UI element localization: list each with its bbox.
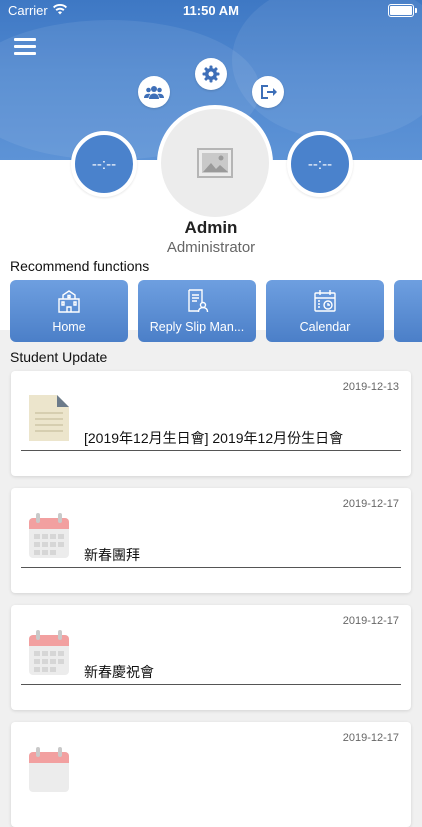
recommend-functions-title: Recommend functions [10, 258, 150, 274]
func-more-button[interactable] [394, 280, 422, 342]
left-stat-circle: --:-- [71, 131, 137, 197]
func-calendar-button[interactable]: Calendar [266, 280, 384, 342]
update-date: 2019-12-13 [342, 381, 399, 393]
school-building-icon [58, 290, 80, 313]
calendar-icon [29, 630, 69, 675]
avatar[interactable] [157, 105, 273, 221]
func-label: Calendar [299, 320, 351, 334]
student-update-title: Student Update [10, 349, 108, 365]
update-date: 2019-12-17 [342, 615, 399, 627]
reply-slip-icon [188, 289, 209, 313]
logout-icon[interactable] [252, 76, 284, 108]
image-placeholder-icon [197, 148, 233, 178]
document-icon [29, 395, 69, 441]
users-icon[interactable] [138, 76, 170, 108]
divider [21, 684, 401, 685]
update-card[interactable]: 2019-12-17 新春慶祝會 [11, 605, 411, 710]
update-card[interactable]: 2019-12-17 [11, 722, 411, 827]
func-home-button[interactable]: Home [10, 280, 128, 342]
calendar-icon [29, 513, 69, 558]
divider [21, 450, 401, 451]
func-label: Reply Slip Man... [149, 320, 245, 334]
user-role: Administrator [166, 239, 256, 256]
func-label: Home [52, 320, 86, 334]
update-card[interactable]: 2019-12-13 [2019年12月生日會] 2019年12月份生日會 [11, 371, 411, 476]
clock: 11:50 AM [183, 3, 239, 18]
user-name: Admin [184, 218, 238, 237]
update-date: 2019-12-17 [342, 498, 399, 510]
gear-icon[interactable] [195, 58, 227, 90]
update-title: 新春慶祝會 [84, 664, 154, 680]
calendar-icon [29, 747, 69, 792]
status-bar: Carrier 11:50 AM [0, 0, 422, 22]
menu-icon[interactable] [14, 38, 36, 56]
update-title: 新春團拜 [84, 547, 140, 563]
update-date: 2019-12-17 [342, 732, 399, 744]
right-stat-circle: --:-- [287, 131, 353, 197]
update-title: [2019年12月生日會] 2019年12月份生日會 [84, 430, 344, 446]
divider [21, 567, 401, 568]
func-reply-slip-button[interactable]: Reply Slip Man... [138, 280, 256, 342]
right-stat-value: --:-- [307, 155, 333, 173]
battery-icon [388, 4, 417, 17]
update-card[interactable]: 2019-12-17 新春團拜 [11, 488, 411, 593]
left-stat-value: --:-- [91, 155, 117, 173]
calendar-clock-icon [314, 290, 336, 312]
recommend-functions-list: Home Reply Slip Man... Calendar [10, 280, 422, 342]
